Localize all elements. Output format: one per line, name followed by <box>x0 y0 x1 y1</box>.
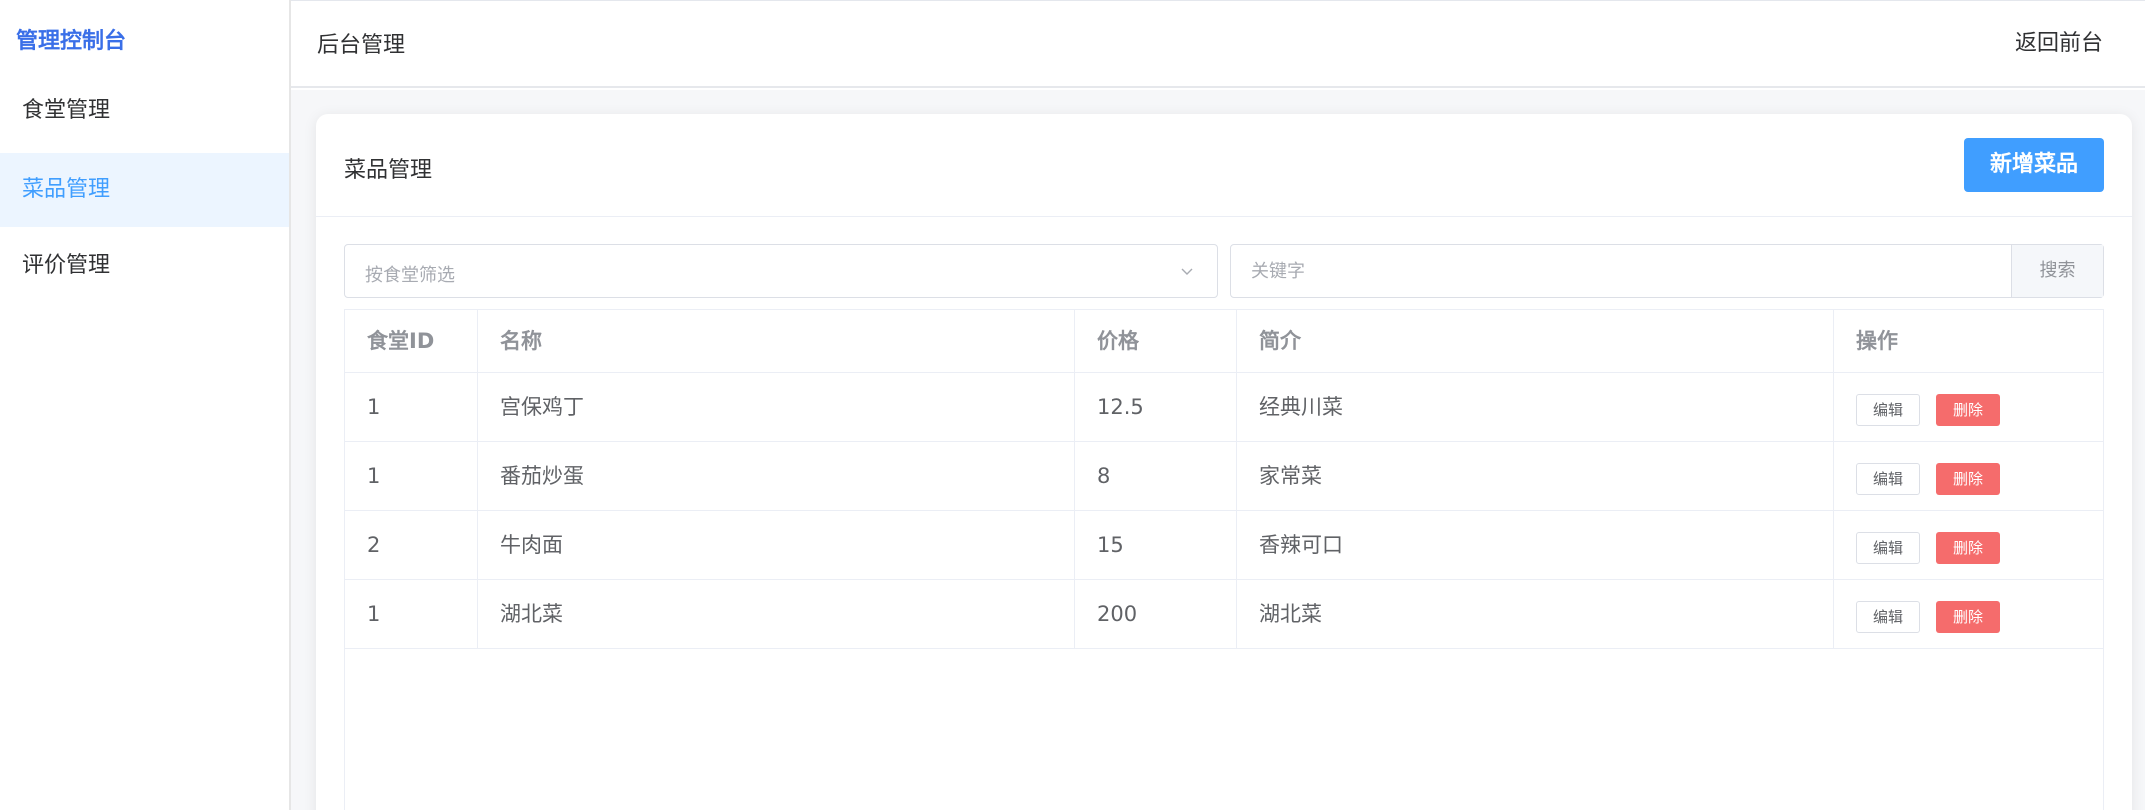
back-to-frontend-link[interactable]: 返回前台 <box>2015 25 2103 57</box>
cell-name: 牛肉面 <box>478 511 1075 579</box>
add-dish-button[interactable]: 新增菜品 <box>1964 138 2104 192</box>
edit-button[interactable]: 编辑 <box>1856 463 1920 495</box>
table-row: 1 宫保鸡丁 12.5 经典川菜 编辑 删除 <box>345 373 2103 442</box>
dishes-table: 食堂ID 名称 价格 简介 操作 1 宫保鸡丁 12.5 经典川菜 编辑 删除 … <box>344 309 2104 810</box>
cell-price: 15 <box>1075 511 1237 579</box>
cell-canteen-id: 2 <box>345 511 478 579</box>
keyword-search-group: 搜索 <box>1230 244 2104 298</box>
keyword-input[interactable] <box>1231 245 2011 297</box>
canteen-filter-placeholder: 按食堂筛选 <box>365 265 455 286</box>
cell-actions: 编辑 删除 <box>1834 373 2103 441</box>
cell-intro: 经典川菜 <box>1237 373 1834 441</box>
header-title: 后台管理 <box>317 33 406 58</box>
app-root: 管理控制台 食堂管理 菜品管理 评价管理 后台管理 返回前台 菜品管理 新增菜品… <box>0 0 2145 810</box>
table-row: 1 湖北菜 200 湖北菜 编辑 删除 <box>345 580 2103 649</box>
table-row: 2 牛肉面 15 香辣可口 编辑 删除 <box>345 511 2103 580</box>
table-row: 1 番茄炒蛋 8 家常菜 编辑 删除 <box>345 442 2103 511</box>
table-header-row: 食堂ID 名称 价格 简介 操作 <box>345 310 2103 373</box>
top-header: 后台管理 返回前台 <box>291 0 2145 88</box>
sidebar-item-dishes[interactable]: 菜品管理 <box>0 153 290 227</box>
delete-button[interactable]: 删除 <box>1936 601 2000 633</box>
sidebar-item-reviews[interactable]: 评价管理 <box>0 229 290 303</box>
cell-intro: 香辣可口 <box>1237 511 1834 579</box>
edit-button[interactable]: 编辑 <box>1856 394 1920 426</box>
dishes-card: 菜品管理 新增菜品 按食堂筛选 搜索 食堂ID 名称 价格 简介 操作 <box>316 114 2132 810</box>
edit-button[interactable]: 编辑 <box>1856 601 1920 633</box>
sidebar-item-canteen[interactable]: 食堂管理 <box>0 74 290 148</box>
column-header-actions: 操作 <box>1856 329 1898 353</box>
delete-button[interactable]: 删除 <box>1936 532 2000 564</box>
cell-intro: 湖北菜 <box>1237 580 1834 648</box>
canteen-filter-select[interactable]: 按食堂筛选 <box>344 244 1218 298</box>
column-header-name: 名称 <box>478 310 1075 372</box>
cell-name: 湖北菜 <box>478 580 1075 648</box>
cell-canteen-id: 1 <box>345 373 478 441</box>
cell-canteen-id: 1 <box>345 442 478 510</box>
card-header: 菜品管理 新增菜品 <box>316 114 2132 217</box>
cell-name: 宫保鸡丁 <box>478 373 1075 441</box>
edit-button[interactable]: 编辑 <box>1856 532 1920 564</box>
column-header-canteen-id: 食堂ID <box>345 310 478 372</box>
cell-actions: 编辑 删除 <box>1834 580 2103 648</box>
column-header-intro: 简介 <box>1237 310 1834 372</box>
cell-actions: 编辑 删除 <box>1834 511 2103 579</box>
brand-title: 管理控制台 <box>16 29 127 54</box>
cell-intro: 家常菜 <box>1237 442 1834 510</box>
cell-canteen-id: 1 <box>345 580 478 648</box>
cell-price: 8 <box>1075 442 1237 510</box>
cell-price: 200 <box>1075 580 1237 648</box>
cell-actions: 编辑 删除 <box>1834 442 2103 510</box>
cell-price: 12.5 <box>1075 373 1237 441</box>
chevron-down-icon <box>1181 268 1193 275</box>
card-title: 菜品管理 <box>344 158 433 183</box>
delete-button[interactable]: 删除 <box>1936 463 2000 495</box>
search-button[interactable]: 搜索 <box>2011 245 2103 297</box>
delete-button[interactable]: 删除 <box>1936 394 2000 426</box>
column-header-price: 价格 <box>1075 310 1237 372</box>
sidebar: 管理控制台 食堂管理 菜品管理 评价管理 <box>0 0 290 810</box>
cell-name: 番茄炒蛋 <box>478 442 1075 510</box>
